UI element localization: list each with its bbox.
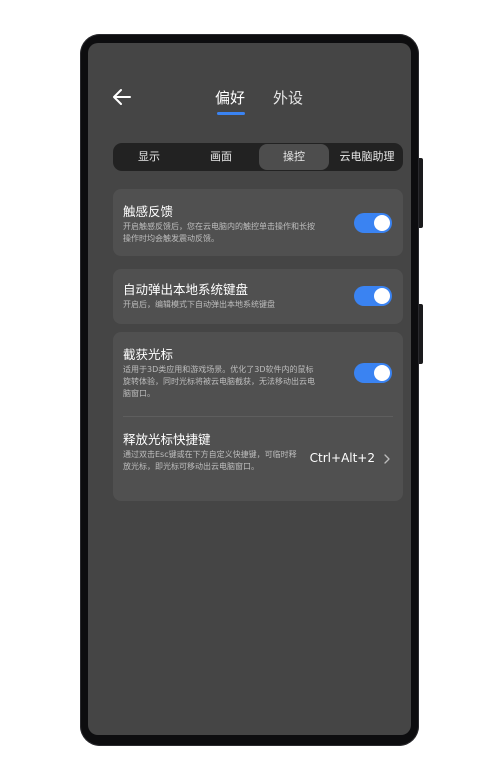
toggle-knob [374, 288, 390, 304]
release-shortcut-desc: 通过双击Esc键或在下方自定义快捷键，可临时释放光标，即光标可移动出云电脑窗口。 [123, 450, 297, 471]
tab-peripherals[interactable]: 外设 [273, 87, 303, 108]
chevron-right-icon [384, 454, 390, 464]
release-shortcut-title: 释放光标快捷键 [123, 432, 211, 447]
cursor-capture-title: 截获光标 [123, 347, 174, 362]
active-tab-indicator [217, 112, 245, 115]
auto-keyboard-card: 自动弹出本地系统键盘 开启后，编辑模式下自动弹出本地系统键盘 [113, 269, 403, 324]
settings-screen: 偏好 外设 显示 画面 操控 云电脑助理 触感反馈 开启触感反馈后，您在云电脑内… [88, 43, 411, 735]
auto-keyboard-desc: 开启后，编辑模式下自动弹出本地系统键盘 [123, 300, 275, 309]
top-tab-bar: 偏好 外设 [88, 87, 411, 127]
haptic-feedback-title: 触感反馈 [123, 204, 174, 219]
segmented-control: 显示 画面 操控 云电脑助理 [113, 143, 403, 171]
segment-controls[interactable]: 操控 [259, 144, 329, 170]
haptic-feedback-toggle[interactable] [354, 213, 392, 233]
power-button [419, 304, 423, 364]
phone-frame: 偏好 外设 显示 画面 操控 云电脑助理 触感反馈 开启触感反馈后，您在云电脑内… [80, 34, 423, 746]
segment-assistant[interactable]: 云电脑助理 [331, 143, 403, 171]
haptic-feedback-card: 触感反馈 开启触感反馈后，您在云电脑内的触控单击操作和长按操作时均会触发震动反馈… [113, 189, 403, 256]
segment-display[interactable]: 显示 [113, 143, 185, 171]
cursor-capture-toggle[interactable] [354, 363, 392, 383]
tab-preferences[interactable]: 偏好 [215, 87, 245, 108]
auto-keyboard-toggle[interactable] [354, 286, 392, 306]
segment-picture[interactable]: 画面 [185, 143, 257, 171]
haptic-feedback-desc: 开启触感反馈后，您在云电脑内的触控单击操作和长按操作时均会触发震动反馈。 [123, 222, 315, 243]
cursor-card: 截获光标 适用于3D类应用和游戏场景。优化了3D软件内的鼠标旋转体验，同时光标将… [113, 332, 403, 501]
volume-button [419, 158, 423, 228]
auto-keyboard-title: 自动弹出本地系统键盘 [123, 282, 249, 297]
cursor-capture-desc: 适用于3D类应用和游戏场景。优化了3D软件内的鼠标旋转体验，同时光标将被云电脑截… [123, 365, 315, 398]
toggle-knob [374, 365, 390, 381]
release-shortcut-value: Ctrl+Alt+2 [309, 451, 375, 465]
release-shortcut-row[interactable]: 释放光标快捷键 通过双击Esc键或在下方自定义快捷键，可临时释放光标，即光标可移… [113, 417, 403, 501]
toggle-knob [374, 215, 390, 231]
